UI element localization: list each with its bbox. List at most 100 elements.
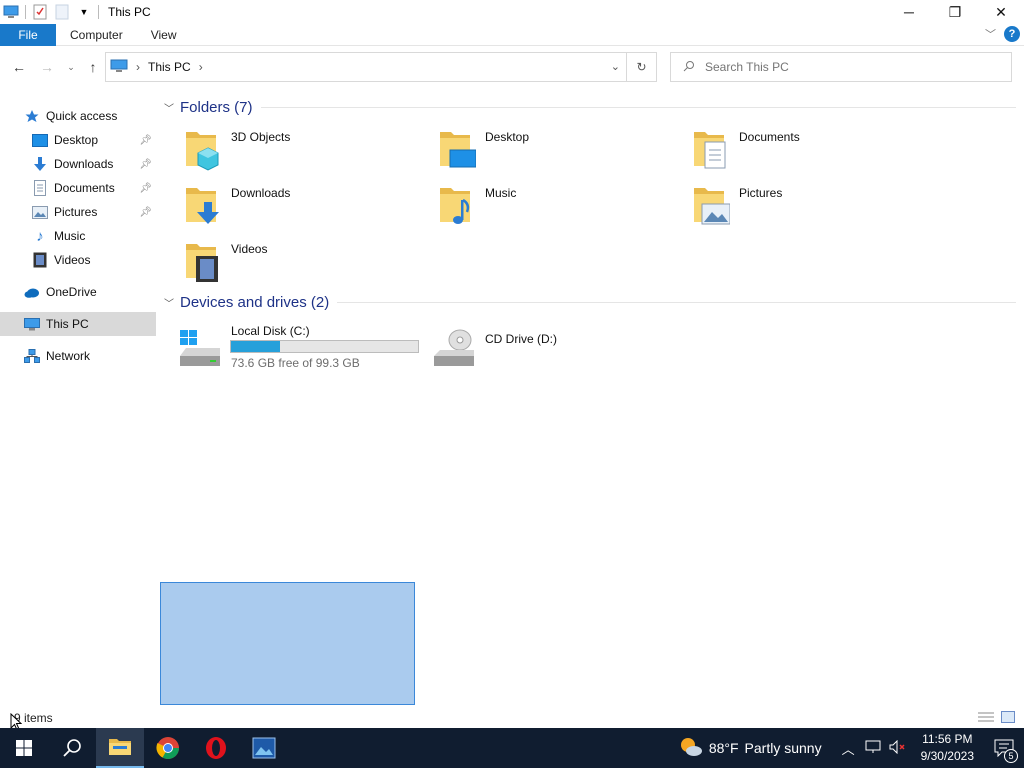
tab-computer[interactable]: Computer xyxy=(56,24,137,46)
videos-folder-icon xyxy=(182,240,222,284)
folder-documents[interactable]: Documents xyxy=(668,126,918,176)
opera-icon[interactable] xyxy=(192,728,240,768)
documents-icon xyxy=(32,180,48,196)
group-divider xyxy=(260,107,1016,108)
breadcrumb-this-pc[interactable]: This PC xyxy=(148,60,191,74)
nav-item-documents[interactable]: Documents 📌︎ xyxy=(0,176,156,200)
folder-label: Downloads xyxy=(231,186,291,200)
clock[interactable]: 11:56 PM 9/30/2023 xyxy=(921,731,974,765)
search-icon xyxy=(683,60,695,75)
app-window-icon[interactable] xyxy=(240,728,288,768)
address-bar[interactable]: › This PC › ⌄ ↻ xyxy=(105,52,657,82)
folder-label: Videos xyxy=(231,242,268,256)
search-icon[interactable] xyxy=(48,728,96,768)
this-pc-icon xyxy=(24,316,40,332)
nav-label: Downloads xyxy=(54,157,114,171)
clock-date: 9/30/2023 xyxy=(920,749,974,763)
nav-label: This PC xyxy=(46,317,89,331)
breadcrumb-chevron-icon[interactable]: › xyxy=(199,60,203,74)
nav-item-pictures[interactable]: Pictures 📌︎ xyxy=(0,200,156,224)
nav-label: Desktop xyxy=(54,133,99,147)
disk-usage-bar xyxy=(230,340,419,353)
collapse-chevron-icon[interactable]: ﹀ xyxy=(164,295,174,310)
ribbon-tabs: File Computer View ﹀ ? xyxy=(0,23,1024,46)
volume-muted-icon[interactable] xyxy=(889,739,907,757)
expand-ribbon-icon[interactable]: ﹀ xyxy=(985,26,996,42)
quick-access-toolbar: ▼ xyxy=(0,0,102,24)
nav-onedrive[interactable]: OneDrive xyxy=(0,280,156,304)
maximize-button[interactable]: ❐ xyxy=(932,0,978,24)
network-tray-icon[interactable] xyxy=(865,740,881,757)
notifications-icon[interactable]: 5 xyxy=(984,739,1024,763)
refresh-icon[interactable]: ↻ xyxy=(626,53,656,81)
forward-arrow-icon[interactable]: → xyxy=(38,58,56,76)
file-explorer-taskbar-icon[interactable] xyxy=(96,728,144,768)
nav-label: Videos xyxy=(54,253,91,267)
large-icons-view-icon[interactable] xyxy=(1000,710,1016,724)
folder-videos[interactable]: Videos xyxy=(160,238,410,288)
desktop-folder-icon xyxy=(436,128,477,172)
drives-group-header[interactable]: ﹀ Devices and drives (2) xyxy=(164,294,1016,311)
show-hidden-icons-chevron-icon[interactable]: ︿ xyxy=(842,739,855,758)
folders-group-header[interactable]: ﹀ Folders (7) xyxy=(164,99,1016,116)
music-icon: ♪ xyxy=(36,227,44,245)
collapse-chevron-icon[interactable]: ﹀ xyxy=(164,100,174,115)
recent-locations-icon[interactable]: ⌄ xyxy=(62,58,80,76)
back-arrow-icon[interactable]: ← xyxy=(10,58,28,76)
pin-icon: 📌︎ xyxy=(139,206,152,218)
system-tray: 88°F Partly sunny ︿ 11:56 PM 9/30/2023 5 xyxy=(679,728,1024,768)
nav-item-videos[interactable]: Videos xyxy=(0,248,156,272)
folder-music[interactable]: Music xyxy=(414,182,664,232)
clock-time: 11:56 PM xyxy=(922,732,973,746)
title-bar: ▼ This PC ─ ❐ ✕ xyxy=(0,0,1024,24)
minimize-button[interactable]: ─ xyxy=(886,0,932,24)
weather-temperature: 88°F xyxy=(708,740,739,756)
folder-desktop[interactable]: Desktop xyxy=(414,126,664,176)
network-icon xyxy=(24,348,40,364)
drive-label: CD Drive (D:) xyxy=(485,332,557,346)
pictures-folder-icon xyxy=(690,184,731,228)
new-folder-icon[interactable] xyxy=(54,4,70,20)
properties-icon[interactable] xyxy=(32,4,48,20)
tab-view[interactable]: View xyxy=(137,24,191,46)
nav-quick-access[interactable]: Quick access xyxy=(0,104,156,128)
desktop-icon xyxy=(32,132,48,148)
start-windows-icon[interactable] xyxy=(0,728,48,768)
nav-item-downloads[interactable]: Downloads 📌︎ xyxy=(0,152,156,176)
folder-pictures[interactable]: Pictures xyxy=(668,182,918,232)
folder-downloads[interactable]: Downloads xyxy=(160,182,410,232)
customize-toolbar-icon[interactable]: ▼ xyxy=(76,4,92,20)
nav-label: Documents xyxy=(54,181,115,195)
up-arrow-icon[interactable]: ↑ xyxy=(84,58,102,76)
search-box[interactable] xyxy=(670,52,1012,82)
nav-network[interactable]: Network xyxy=(0,344,156,368)
nav-this-pc[interactable]: This PC xyxy=(0,312,156,336)
star-icon xyxy=(24,108,40,124)
downloads-icon xyxy=(32,156,48,172)
nav-label: Quick access xyxy=(46,109,118,123)
folder-3d-objects[interactable]: 3D Objects xyxy=(160,126,410,176)
breadcrumb-chevron-icon[interactable]: › xyxy=(136,60,140,74)
folder-label: 3D Objects xyxy=(231,130,291,144)
3d-objects-folder-icon xyxy=(182,128,222,172)
pin-icon: 📌︎ xyxy=(139,182,152,194)
nav-item-desktop[interactable]: Desktop 📌︎ xyxy=(0,128,156,152)
drive-local-disk-c[interactable]: Local Disk (C:) 73.6 GB free of 99.3 GB xyxy=(160,320,420,376)
drive-free-space: 73.6 GB free of 99.3 GB xyxy=(231,356,360,370)
documents-folder-icon xyxy=(690,128,730,172)
drive-cd-d[interactable]: CD Drive (D:) xyxy=(414,320,614,376)
chrome-icon[interactable] xyxy=(144,728,192,768)
address-row: ← → ⌄ ↑ › This PC › ⌄ ↻ xyxy=(0,50,1024,84)
search-input[interactable] xyxy=(705,60,985,74)
nav-item-music[interactable]: ♪ Music xyxy=(0,224,156,248)
weather-widget[interactable]: 88°F Partly sunny xyxy=(679,736,822,761)
hard-drive-windows-icon xyxy=(176,328,224,368)
details-view-icon[interactable] xyxy=(978,710,994,724)
navigation-pane: Quick access Desktop 📌︎ Downloads 📌︎ Doc… xyxy=(0,100,156,710)
computer-icon[interactable] xyxy=(3,4,19,20)
tab-file[interactable]: File xyxy=(0,23,56,46)
help-icon[interactable]: ? xyxy=(1004,26,1020,42)
close-button[interactable]: ✕ xyxy=(978,0,1024,24)
address-dropdown-icon[interactable]: ⌄ xyxy=(611,60,620,73)
downloads-folder-icon xyxy=(182,184,222,228)
